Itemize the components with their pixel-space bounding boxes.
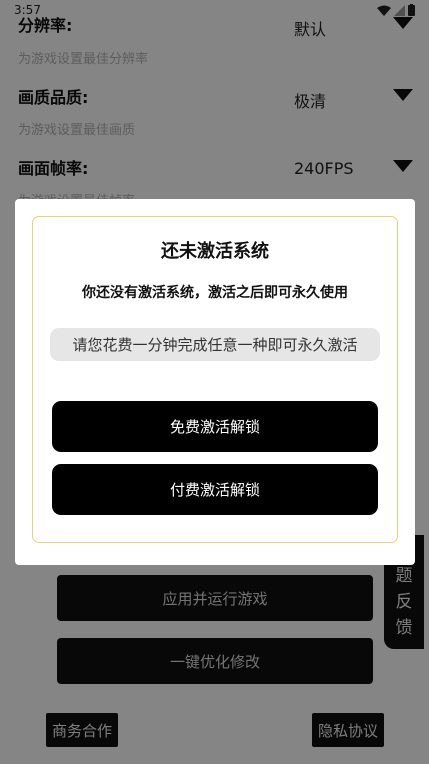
dialog-inner-frame: 还未激活系统 你还没有激活系统，激活之后即可永久使用 请您花费一分钟完成任意一种…: [32, 216, 398, 543]
activation-dialog: 还未激活系统 你还没有激活系统，激活之后即可永久使用 请您花费一分钟完成任意一种…: [15, 199, 415, 565]
dialog-hint: 请您花费一分钟完成任意一种即可永久激活: [50, 328, 380, 361]
dialog-subtitle: 你还没有激活系统，激活之后即可永久使用: [82, 285, 348, 301]
paid-activate-button[interactable]: 付费激活解锁: [52, 464, 378, 515]
free-activate-button[interactable]: 免费激活解锁: [52, 401, 378, 452]
dialog-title: 还未激活系统: [161, 241, 269, 262]
